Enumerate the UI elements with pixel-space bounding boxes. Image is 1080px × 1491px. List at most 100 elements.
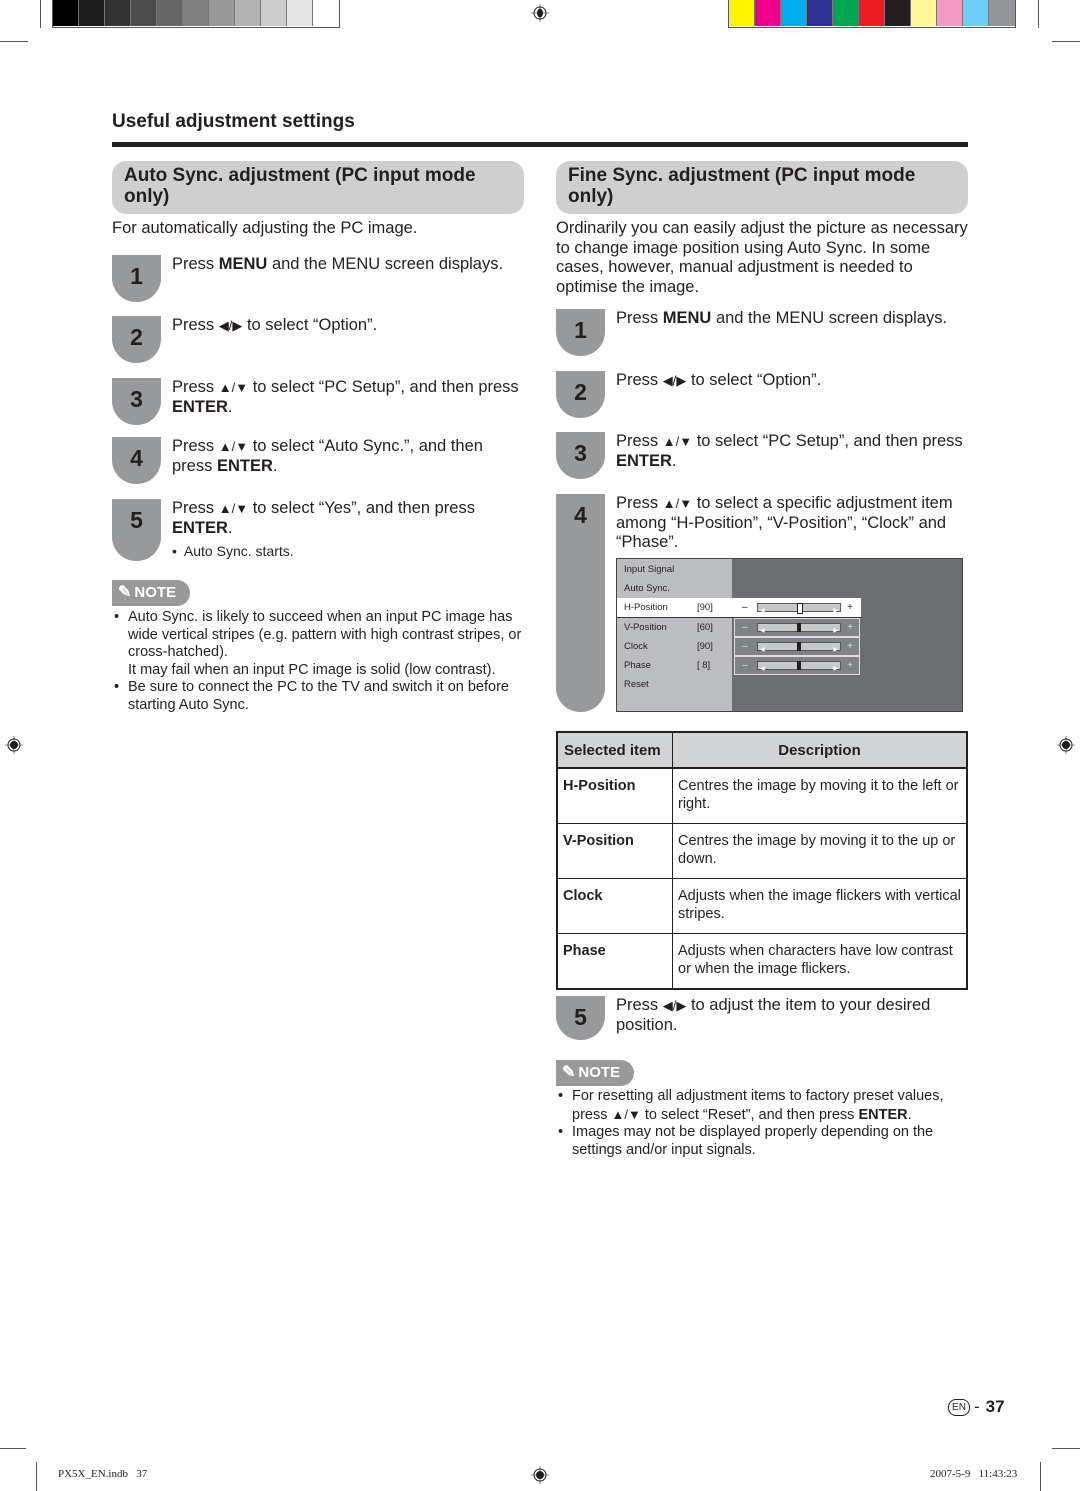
minus-icon: –	[742, 660, 748, 671]
arrow-keys-icon: ◀/▶	[662, 373, 687, 388]
color-swatch	[53, 0, 79, 26]
crop-mark	[1038, 0, 1039, 28]
note-item: For resetting all adjustment items to fa…	[556, 1088, 968, 1124]
step-number-badge: 1	[556, 309, 605, 356]
item-cell: Phase	[556, 933, 673, 990]
color-swatch	[963, 0, 989, 26]
color-swatch	[989, 0, 1015, 26]
section-divider	[112, 142, 968, 147]
osd-menu-item[interactable]: H-Position [90] – ◀ ▶ +	[617, 598, 861, 619]
color-swatch	[885, 0, 911, 26]
item-cell: Clock	[556, 878, 673, 934]
description-cell: Centres the image by moving it to the up…	[672, 823, 968, 879]
registration-mark-icon	[5, 736, 23, 754]
osd-menu-item[interactable]: V-Position [60] – ◀ ▶ +	[617, 617, 860, 637]
arrow-keys-icon: ▲/▼	[662, 434, 693, 449]
grayscale-bar	[52, 0, 340, 28]
osd-slider[interactable]: – ◀ ▶ +	[734, 617, 860, 637]
left-arrow-icon: ◀	[760, 666, 765, 672]
step-sub-bullet: • Auto Sync. starts.	[172, 543, 294, 559]
registration-mark-icon	[1057, 736, 1075, 754]
item-cell: V-Position	[556, 823, 673, 879]
step-4: 4 Press ▲/▼ to select “Auto Sync.”, and t…	[112, 437, 522, 484]
step-number-badge: 2	[556, 371, 605, 418]
color-swatch	[183, 0, 209, 26]
arrow-keys-icon: ◀/▶	[662, 998, 687, 1013]
description-cell: Adjusts when the image flickers with ver…	[672, 878, 968, 934]
step-5: 5 Press ◀/▶ to adjust the item to your de…	[556, 996, 968, 1040]
column-header: Description	[672, 731, 968, 769]
crop-mark	[0, 1448, 26, 1449]
slider-track: ◀ ▶	[757, 603, 841, 615]
color-swatch	[261, 0, 287, 26]
osd-menu-item[interactable]: Phase[ 8] – ◀ ▶ +	[617, 656, 860, 675]
auto-sync-intro: For automatically adjusting the PC image…	[112, 219, 418, 237]
color-swatch	[235, 0, 261, 26]
remote-button-name: ENTER	[172, 518, 228, 537]
osd-slider[interactable]: – ◀ ▶ +	[734, 656, 860, 675]
note-label: NOTE	[578, 1064, 621, 1081]
plus-icon: +	[847, 640, 853, 652]
step-3: 3 Press ▲/▼ to select “PC Setup”, and the…	[556, 432, 968, 479]
step-number-badge: 4	[112, 437, 161, 484]
step-number-badge: 4	[556, 494, 605, 712]
step-instruction: Press ▲/▼ to select “Yes”, and then pres…	[172, 499, 522, 562]
table-row: Phase Adjusts when characters have low co…	[556, 933, 968, 990]
registration-mark-icon	[531, 4, 549, 22]
slider-thumb[interactable]	[797, 622, 801, 632]
arrow-keys-icon: ▲/▼	[218, 501, 249, 516]
crop-mark	[36, 1462, 37, 1491]
color-swatch	[729, 0, 755, 26]
paperclip-icon: ✎	[118, 584, 132, 601]
plus-icon: +	[847, 602, 853, 614]
right-arrow-icon: ▶	[833, 666, 838, 672]
section-title: Useful adjustment settings	[112, 111, 355, 132]
step-1: 1 Press MENU and the MENU screen displays…	[556, 309, 968, 356]
minus-icon: –	[742, 602, 748, 614]
paperclip-icon: ✎	[562, 1064, 576, 1081]
note-badge: ✎ NOTE	[112, 580, 190, 606]
table-row: H-Position Centres the image by moving it…	[556, 767, 968, 824]
osd-slider[interactable]: – ◀ ▶ +	[734, 636, 860, 656]
step-number-badge: 3	[556, 432, 605, 479]
osd-menu-item[interactable]: Input Signal	[617, 560, 732, 579]
osd-menu-item[interactable]: Reset	[617, 675, 732, 694]
remote-button-name: MENU	[662, 309, 712, 327]
description-cell: Adjusts when characters have low contras…	[672, 933, 968, 990]
color-swatch	[131, 0, 157, 26]
osd-menu-item[interactable]: Auto Sync.	[617, 579, 732, 598]
osd-slider[interactable]: – ◀ ▶ +	[734, 598, 860, 618]
color-swatch	[911, 0, 937, 26]
step-instruction: Press ◀/▶ to select “Option”.	[616, 371, 822, 389]
color-swatch	[79, 0, 105, 26]
table-row: Clock Adjusts when the image flickers wit…	[556, 878, 968, 934]
step-3: 3 Press ▲/▼ to select “PC Setup”, and the…	[112, 378, 522, 425]
note-label: NOTE	[134, 584, 177, 601]
fine-sync-heading: Fine Sync. adjustment (PC input mode onl…	[556, 161, 968, 214]
step-5: 5 Press ▲/▼ to select “Yes”, and then pre…	[112, 499, 522, 562]
arrow-keys-icon: ▲/▼	[218, 380, 249, 395]
arrow-keys-icon: ▲/▼	[611, 1106, 641, 1122]
slider-thumb[interactable]	[797, 641, 801, 651]
minus-icon: –	[742, 640, 748, 652]
color-swatch	[859, 0, 885, 26]
slider-thumb[interactable]	[797, 603, 803, 615]
column-header: Selected item	[556, 731, 673, 769]
step-instruction: Press MENU and the MENU screen displays.	[616, 309, 948, 327]
registration-mark-icon	[531, 1466, 549, 1484]
step-1: 1 Press MENU and the MENU screen displays…	[112, 255, 522, 302]
description-cell: Centres the image by moving it to the le…	[672, 767, 968, 824]
color-swatch	[157, 0, 183, 26]
language-badge: EN	[948, 1398, 970, 1416]
osd-menu-item[interactable]: Clock [90] – ◀ ▶ +	[617, 636, 860, 656]
adjustment-items-table: Selected item Description H-Position Cent…	[556, 731, 968, 990]
step-number-badge: 3	[112, 378, 161, 425]
slider-thumb[interactable]	[797, 661, 801, 670]
footer-filename: PX5X_EN.indb 37	[58, 1468, 148, 1480]
plus-icon: +	[847, 660, 853, 671]
color-swatch	[287, 0, 313, 26]
item-cell: H-Position	[556, 767, 673, 824]
step-instruction: Press MENU and the MENU screen displays.	[172, 255, 504, 273]
auto-sync-notes: Auto Sync. is likely to succeed when an …	[112, 609, 522, 714]
step-2: 2 Press ◀/▶ to select “Option”.	[112, 316, 522, 363]
